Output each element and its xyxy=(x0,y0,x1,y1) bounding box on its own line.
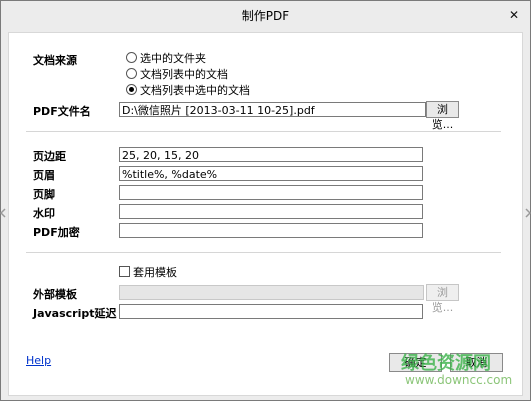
use-template-checkbox[interactable]: 套用模板 xyxy=(119,266,177,280)
window-title: 制作PDF xyxy=(241,9,290,23)
radio-icon[interactable] xyxy=(126,52,137,63)
header-input[interactable]: %title%, %date% xyxy=(119,166,423,181)
watermark-url-text: www.downcc.com xyxy=(405,373,513,387)
title-bar[interactable]: 制作PDF ✕ xyxy=(1,1,530,31)
checkbox-icon[interactable] xyxy=(119,266,130,277)
radio-list-selected-documents[interactable]: 文档列表中选中的文档 xyxy=(126,84,250,98)
pdf-filename-input[interactable]: D:\微信照片 [2013-03-11 10-25].pdf xyxy=(119,102,426,117)
radio-label: 选中的文件夹 xyxy=(140,52,206,65)
close-icon[interactable]: ✕ xyxy=(506,7,522,23)
dialog-body: 文档来源 选中的文件夹 文档列表中的文档 文档列表中选中的文档 PDF文件名 D… xyxy=(8,32,523,396)
footer-label: 页脚 xyxy=(33,188,55,201)
encryption-input[interactable] xyxy=(119,223,423,238)
watermark-input[interactable] xyxy=(119,204,423,219)
margin-label: 页边距 xyxy=(33,150,66,163)
external-template-input xyxy=(119,285,424,300)
watermark-logo-text: 绿色资源网 xyxy=(401,353,491,374)
left-edge-arrow-icon xyxy=(0,208,6,218)
radio-icon[interactable] xyxy=(126,68,137,79)
watermark-label: 水印 xyxy=(33,207,55,220)
radio-selected-folder[interactable]: 选中的文件夹 xyxy=(126,52,206,66)
radio-label: 文档列表中的文档 xyxy=(140,68,228,81)
template-browse-button: 浏览... xyxy=(426,284,459,314)
dialog-window: 制作PDF ✕ 文档来源 选中的文件夹 文档列表中的文档 文档列表中选中的文档 … xyxy=(0,0,531,401)
source-label: 文档来源 xyxy=(33,54,77,67)
javascript-delay-label: Javascript延迟 xyxy=(33,307,117,320)
separator xyxy=(26,252,501,253)
margin-input[interactable]: 25, 20, 15, 20 xyxy=(119,147,423,162)
pdf-filename-label: PDF文件名 xyxy=(33,105,91,118)
radio-label: 文档列表中选中的文档 xyxy=(140,84,250,97)
pdf-browse-button[interactable]: 浏览... xyxy=(426,101,459,131)
radio-list-documents[interactable]: 文档列表中的文档 xyxy=(126,68,228,82)
external-template-label: 外部模板 xyxy=(33,288,77,301)
encryption-label: PDF加密 xyxy=(33,226,80,239)
right-edge-arrow-icon xyxy=(525,208,531,218)
javascript-delay-input[interactable] xyxy=(119,304,423,319)
header-label: 页眉 xyxy=(33,169,55,182)
checkbox-label: 套用模板 xyxy=(133,266,177,279)
help-link[interactable]: Help xyxy=(26,354,51,367)
radio-checked-icon[interactable] xyxy=(126,84,137,95)
footer-input[interactable] xyxy=(119,185,423,200)
separator xyxy=(26,131,501,132)
